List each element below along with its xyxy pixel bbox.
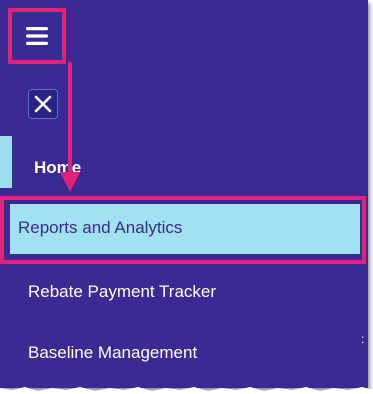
- close-button[interactable]: [28, 89, 58, 119]
- hamburger-menu-icon: [26, 27, 48, 45]
- menu-button[interactable]: [8, 8, 66, 64]
- screenshot-frame: Home Reports and Analytics Rebate Paymen…: [0, 0, 373, 394]
- nav-item-home[interactable]: Home: [34, 158, 81, 178]
- close-icon: [34, 95, 52, 113]
- drawer-edge-accent: [0, 136, 12, 188]
- nav-item-baseline-management[interactable]: Baseline Management: [28, 343, 197, 363]
- nav-item-reports-and-analytics[interactable]: Reports and Analytics: [0, 196, 366, 264]
- scroll-edge-mark: :: [361, 332, 365, 346]
- nav-item-rebate-payment-tracker[interactable]: Rebate Payment Tracker: [28, 282, 216, 302]
- nav-item-label: Reports and Analytics: [18, 218, 183, 237]
